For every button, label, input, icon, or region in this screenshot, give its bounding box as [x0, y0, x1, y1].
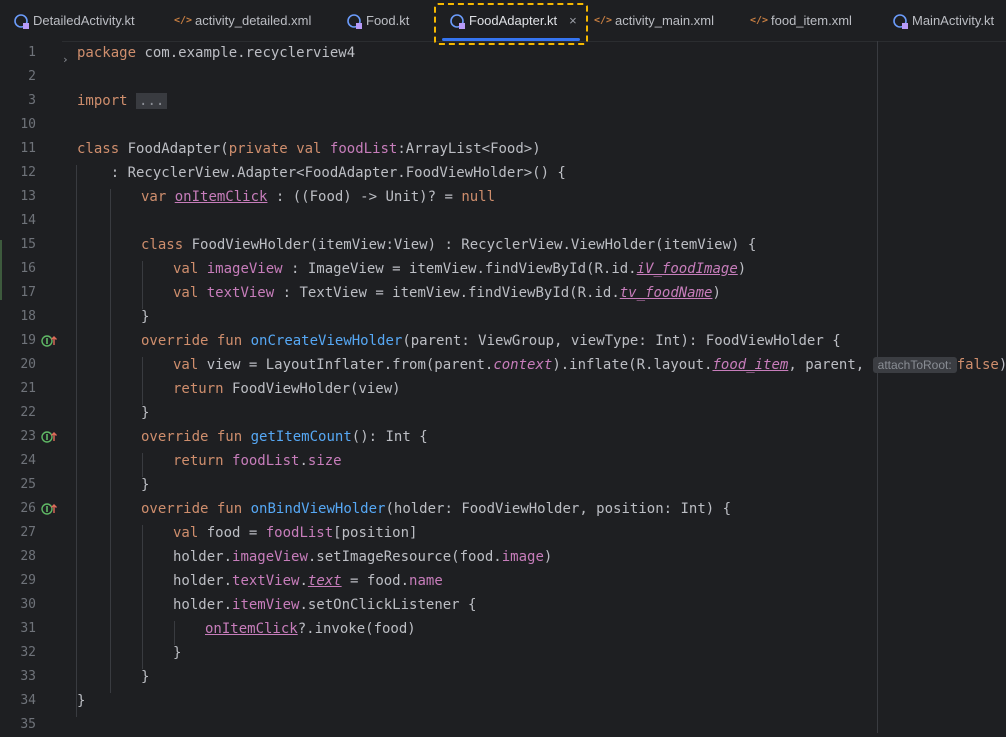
code-line-28: holder.imageView.setImageResource(food.i… — [173, 549, 553, 565]
code-line-22: } — [141, 405, 150, 421]
code-line-21: return FoodViewHolder(view) — [173, 381, 401, 397]
code-line-32: } — [173, 645, 182, 661]
line-number: 18 — [20, 309, 36, 324]
tab-label: DetailedActivity.kt — [33, 13, 135, 28]
code-line-3: import ... — [77, 89, 168, 113]
code-line-33: } — [141, 669, 150, 685]
close-tab-icon[interactable]: × — [569, 13, 577, 28]
code-line-13: var onItemClick : ((Food) -> Unit)? = nu… — [141, 189, 496, 205]
code-line-24: return foodList.size — [173, 453, 342, 469]
line-number: 25 — [20, 477, 36, 492]
line-number: 3 — [28, 93, 36, 108]
override-implements-icon[interactable] — [41, 429, 59, 443]
line-number: 20 — [20, 357, 36, 372]
code-line-11: class FoodAdapter(private val foodList:A… — [77, 141, 541, 157]
code-line-16: val imageView : ImageView = itemView.fin… — [173, 261, 747, 277]
tab-label: MainActivity.kt — [912, 13, 995, 28]
indent-guide — [142, 357, 143, 405]
code-line-26: override fun onBindViewHolder(holder: Fo… — [141, 501, 732, 517]
code-line-18: } — [141, 309, 150, 325]
override-implements-icon[interactable] — [41, 501, 59, 515]
tab-detailed-activity-kt[interactable]: DetailedActivity.kt — [14, 0, 135, 41]
indent-guide — [76, 165, 77, 717]
tab-main-activity-kt[interactable]: MainActivity.kt — [893, 0, 994, 41]
line-number: 12 — [20, 165, 36, 180]
tab-label: activity_detailed.xml — [195, 13, 312, 28]
line-number-gutter: 1 2 3 10 11 12 13 14 15 16 17 18 19 20 2… — [0, 41, 62, 733]
code-line-15: class FoodViewHolder(itemView:View) : Re… — [141, 237, 757, 253]
line-number: 2 — [28, 69, 36, 84]
line-number: 27 — [20, 525, 36, 540]
line-number: 30 — [20, 597, 36, 612]
override-implements-icon[interactable] — [41, 333, 59, 347]
tab-label: FoodAdapter.kt — [469, 13, 558, 28]
code-line-1: package com.example.recyclerview4 — [77, 45, 356, 61]
line-number: 26 — [20, 501, 36, 516]
parameter-hint: attachToRoot: — [872, 357, 957, 373]
tab-food-item-xml[interactable]: </> food_item.xml — [750, 0, 852, 41]
code-line-27: val food = foodList[position] — [173, 525, 418, 541]
line-number: 1 — [28, 45, 36, 60]
line-number: 32 — [20, 645, 36, 660]
kotlin-class-icon — [893, 13, 908, 29]
indent-guide — [110, 189, 111, 693]
xml-file-icon: </> — [594, 15, 613, 26]
code-line-20: val view = LayoutInflater.from(parent.co… — [173, 357, 1006, 373]
indent-guide — [142, 525, 143, 669]
code-line-12: : RecyclerView.Adapter<FoodAdapter.FoodV… — [77, 165, 566, 181]
line-number: 28 — [20, 549, 36, 564]
tab-food-adapter-kt[interactable]: FoodAdapter.kt × — [438, 0, 584, 41]
kotlin-class-icon — [14, 13, 29, 29]
tab-label: activity_main.xml — [615, 13, 714, 28]
folded-imports[interactable]: ... — [136, 93, 168, 109]
line-number: 34 — [20, 693, 36, 708]
line-number: 35 — [20, 717, 36, 732]
tab-food-kt[interactable]: Food.kt — [347, 0, 409, 41]
indent-guide — [142, 261, 143, 309]
line-number: 21 — [20, 381, 36, 396]
tab-activity-detailed-xml[interactable]: </> activity_detailed.xml — [174, 0, 311, 41]
line-number: 10 — [20, 117, 36, 132]
xml-file-icon: </> — [750, 15, 769, 26]
code-line-30: holder.itemView.setOnClickListener { — [173, 597, 477, 613]
kotlin-class-icon — [450, 13, 465, 29]
kotlin-class-icon — [347, 13, 362, 29]
line-number: 23 — [20, 429, 36, 444]
line-number: 11 — [20, 141, 36, 156]
line-number: 17 — [20, 285, 36, 300]
line-number: 14 — [20, 213, 36, 228]
line-number: 15 — [20, 237, 36, 252]
line-number: 24 — [20, 453, 36, 468]
line-number: 22 — [20, 405, 36, 420]
code-line-34: } — [77, 693, 86, 709]
code-line-25: } — [141, 477, 150, 493]
code-line-29: holder.textView.text = food.name — [173, 573, 443, 589]
tab-activity-main-xml[interactable]: </> activity_main.xml — [594, 0, 714, 41]
code-line-23: override fun getItemCount(): Int { — [141, 429, 428, 445]
line-number: 13 — [20, 189, 36, 204]
line-number: 29 — [20, 573, 36, 588]
line-number: 31 — [20, 621, 36, 636]
line-number: 16 — [20, 261, 36, 276]
code-line-31: onItemClick?.invoke(food) — [205, 621, 416, 637]
xml-file-icon: </> — [174, 15, 193, 26]
code-editor[interactable]: package com.example.recyclerview4 import… — [62, 41, 1006, 733]
code-line-17: val textView : TextView = itemView.findV… — [173, 285, 721, 301]
editor-tab-bar: DetailedActivity.kt </> activity_detaile… — [0, 0, 1006, 42]
tab-label: Food.kt — [366, 13, 410, 28]
code-line-19: override fun onCreateViewHolder(parent: … — [141, 333, 841, 349]
tab-label: food_item.xml — [771, 13, 852, 28]
right-margin-guide — [877, 41, 878, 733]
line-number: 19 — [20, 333, 36, 348]
line-number: 33 — [20, 669, 36, 684]
